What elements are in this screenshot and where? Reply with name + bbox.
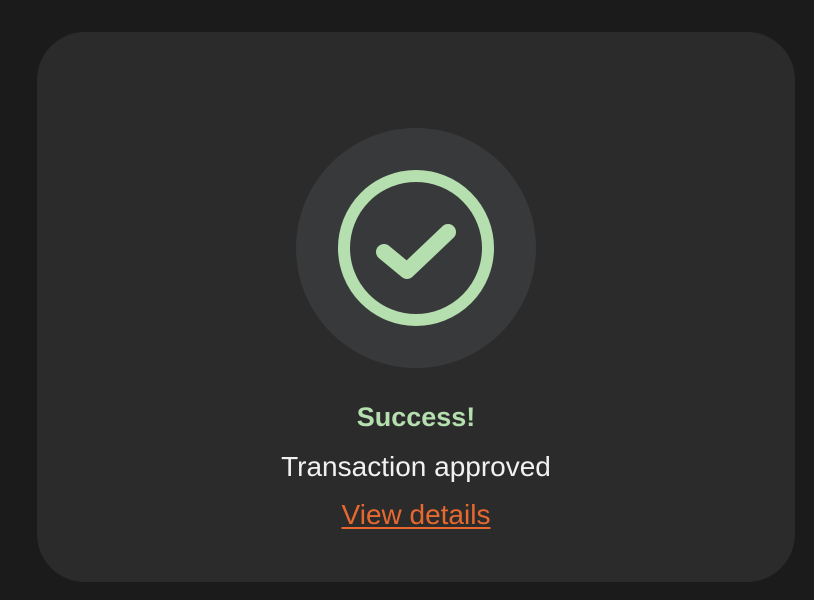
view-details-link[interactable]: View details xyxy=(342,499,491,530)
status-title: Success! xyxy=(356,402,476,432)
status-message: Transaction approved xyxy=(281,451,551,482)
success-card: Success! Transaction approved View detai… xyxy=(37,32,795,582)
view-details-container: View details xyxy=(37,497,795,533)
check-circle-icon xyxy=(338,170,494,326)
status-icon-container xyxy=(296,128,536,368)
